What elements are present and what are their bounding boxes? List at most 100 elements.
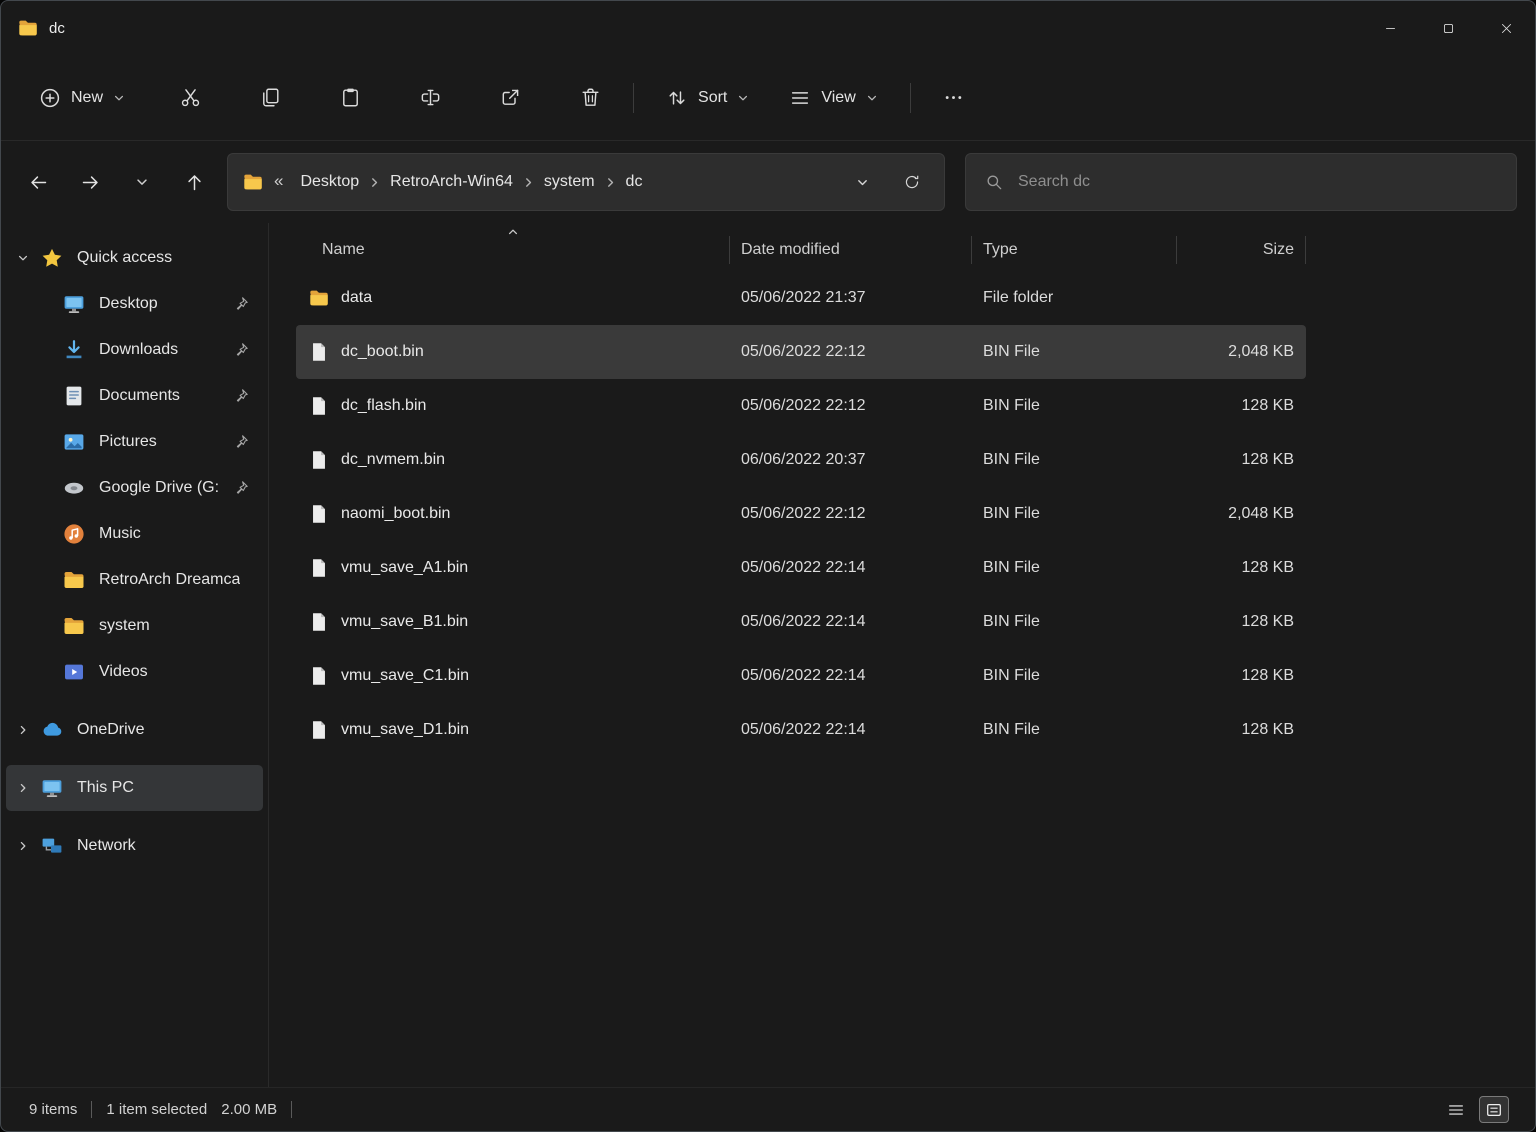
view-button-label: View xyxy=(821,89,855,107)
more-options-button[interactable] xyxy=(931,75,977,121)
sidebar-item-desktop[interactable]: Desktop xyxy=(6,281,263,327)
sidebar-item-label: Music xyxy=(99,525,141,543)
forward-button[interactable] xyxy=(69,161,111,203)
file-list-pane: Name Date modified Type Size data 05/06/… xyxy=(269,223,1535,1087)
search-box[interactable] xyxy=(965,153,1517,211)
file-date-modified: 05/06/2022 22:14 xyxy=(729,721,971,739)
refresh-icon xyxy=(903,173,921,191)
sidebar-item-videos[interactable]: Videos xyxy=(6,649,263,695)
toolbar-separator xyxy=(910,83,911,113)
sidebar-item-google-drive[interactable]: Google Drive (G: xyxy=(6,465,263,511)
table-row[interactable]: data 05/06/2022 21:37 File folder xyxy=(296,271,1306,325)
sidebar-item-system[interactable]: system xyxy=(6,603,263,649)
column-headers: Name Date modified Type Size xyxy=(296,229,1306,271)
column-header-name[interactable]: Name xyxy=(296,229,729,271)
column-header-type[interactable]: Type xyxy=(971,229,1176,271)
paste-button[interactable] xyxy=(327,75,373,121)
column-header-date-modified[interactable]: Date modified xyxy=(729,229,971,271)
star-icon xyxy=(40,246,64,270)
column-header-size[interactable]: Size xyxy=(1176,229,1306,271)
onedrive-cloud-icon xyxy=(40,718,64,742)
sidebar-item-network[interactable]: Network xyxy=(6,823,263,869)
search-input[interactable] xyxy=(1018,173,1498,191)
table-row[interactable]: naomi_boot.bin 05/06/2022 22:12 BIN File… xyxy=(296,487,1306,541)
breadcrumb-item-desktop[interactable]: Desktop xyxy=(291,165,368,199)
sort-ascending-indicator xyxy=(507,226,519,238)
sidebar-item-pictures[interactable]: Pictures xyxy=(6,419,263,465)
expand-toggle[interactable] xyxy=(6,840,40,852)
sidebar-item-this-pc[interactable]: This PC xyxy=(6,765,263,811)
breadcrumb-item-dc[interactable]: dc xyxy=(617,165,652,199)
sidebar-item-documents[interactable]: Documents xyxy=(6,373,263,419)
chevron-right-icon xyxy=(17,840,29,852)
chevron-down-icon xyxy=(135,175,149,189)
main-area: Quick access Desktop Downloads Documents… xyxy=(1,223,1535,1087)
command-toolbar: New Sort View xyxy=(1,55,1535,141)
pin-icon xyxy=(233,480,249,496)
close-button[interactable] xyxy=(1477,1,1535,55)
rename-button[interactable] xyxy=(407,75,453,121)
details-view-button[interactable] xyxy=(1441,1096,1471,1123)
share-icon xyxy=(499,86,522,109)
file-name: data xyxy=(341,289,372,307)
file-name: dc_flash.bin xyxy=(341,397,426,415)
maximize-button[interactable] xyxy=(1419,1,1477,55)
sort-button[interactable]: Sort xyxy=(654,77,761,119)
sidebar-section-quick-access[interactable]: Quick access xyxy=(6,235,263,281)
maximize-icon xyxy=(1441,21,1456,36)
address-bar[interactable]: « Desktop RetroArch-Win64 system dc xyxy=(227,153,945,211)
expand-toggle[interactable] xyxy=(6,724,40,736)
table-row[interactable]: vmu_save_C1.bin 05/06/2022 22:14 BIN Fil… xyxy=(296,649,1306,703)
chevron-down-icon xyxy=(113,92,125,104)
expand-toggle[interactable] xyxy=(6,782,40,794)
table-row[interactable]: dc_nvmem.bin 06/06/2022 20:37 BIN File 1… xyxy=(296,433,1306,487)
file-size: 2,048 KB xyxy=(1176,505,1306,523)
pin-icon xyxy=(233,342,249,358)
arrow-up-icon xyxy=(184,172,205,193)
back-button[interactable] xyxy=(17,161,59,203)
table-row[interactable]: vmu_save_D1.bin 05/06/2022 22:14 BIN Fil… xyxy=(296,703,1306,757)
close-icon xyxy=(1499,21,1514,36)
view-button[interactable]: View xyxy=(777,77,889,119)
file-date-modified: 05/06/2022 22:14 xyxy=(729,559,971,577)
cut-button[interactable] xyxy=(167,75,213,121)
new-button[interactable]: New xyxy=(27,77,137,119)
recent-locations-button[interactable] xyxy=(121,161,163,203)
delete-button[interactable] xyxy=(567,75,613,121)
sidebar-item-downloads[interactable]: Downloads xyxy=(6,327,263,373)
table-row[interactable]: vmu_save_A1.bin 05/06/2022 22:14 BIN Fil… xyxy=(296,541,1306,595)
music-icon xyxy=(62,522,86,546)
copy-button[interactable] xyxy=(247,75,293,121)
list-lines-icon xyxy=(1447,1101,1465,1119)
folder-app-icon xyxy=(17,17,39,39)
large-icons-view-button[interactable] xyxy=(1479,1096,1509,1123)
breadcrumb-overflow[interactable]: « xyxy=(264,171,291,193)
ellipsis-icon xyxy=(942,86,965,109)
file-icon xyxy=(308,449,330,471)
address-dropdown-button[interactable] xyxy=(844,164,880,200)
table-row[interactable]: dc_boot.bin 05/06/2022 22:12 BIN File 2,… xyxy=(296,325,1306,379)
status-bar: 9 items 1 item selected 2.00 MB xyxy=(1,1087,1535,1131)
table-row[interactable]: vmu_save_B1.bin 05/06/2022 22:14 BIN Fil… xyxy=(296,595,1306,649)
file-size: 128 KB xyxy=(1176,559,1306,577)
file-date-modified: 05/06/2022 22:12 xyxy=(729,397,971,415)
expand-toggle[interactable] xyxy=(6,252,40,264)
selection-size: 2.00 MB xyxy=(221,1101,277,1118)
up-button[interactable] xyxy=(173,161,215,203)
breadcrumb-item-retroarch[interactable]: RetroArch-Win64 xyxy=(381,165,522,199)
table-row[interactable]: dc_flash.bin 05/06/2022 22:12 BIN File 1… xyxy=(296,379,1306,433)
minimize-button[interactable] xyxy=(1361,1,1419,55)
file-name: dc_boot.bin xyxy=(341,343,424,361)
breadcrumb-item-system[interactable]: system xyxy=(535,165,604,199)
clipboard-icon xyxy=(339,86,362,109)
sidebar-item-music[interactable]: Music xyxy=(6,511,263,557)
file-date-modified: 05/06/2022 22:14 xyxy=(729,613,971,631)
sidebar-item-label: Downloads xyxy=(99,341,178,359)
share-button[interactable] xyxy=(487,75,533,121)
sidebar-item-onedrive[interactable]: OneDrive xyxy=(6,707,263,753)
pin-icon xyxy=(233,434,249,450)
refresh-button[interactable] xyxy=(894,164,930,200)
file-type: BIN File xyxy=(971,721,1176,739)
trash-icon xyxy=(579,86,602,109)
sidebar-item-retroarch-dreamcast[interactable]: RetroArch Dreamca xyxy=(6,557,263,603)
